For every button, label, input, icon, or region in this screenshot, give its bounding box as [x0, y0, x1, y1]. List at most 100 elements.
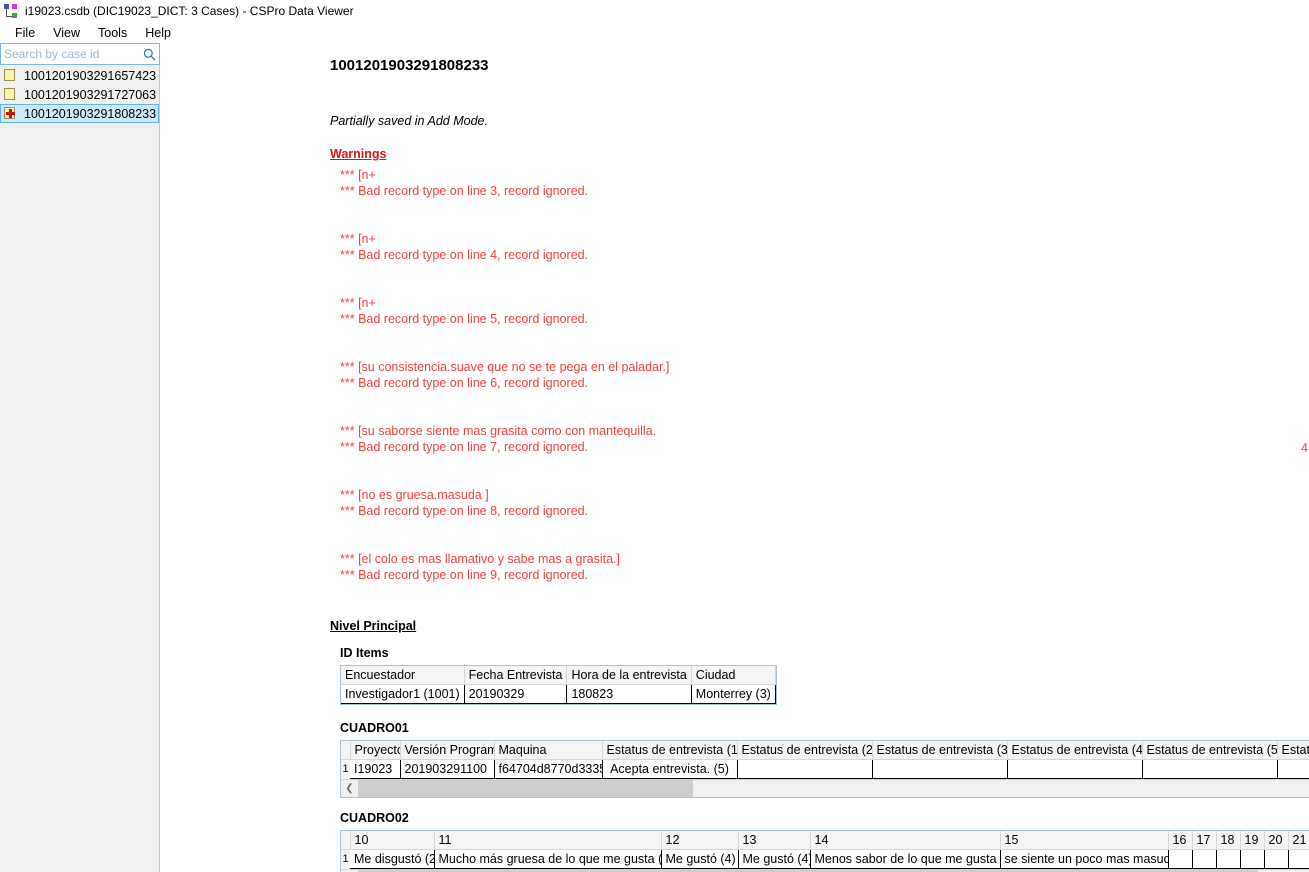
table-cell[interactable]: 180823: [566, 684, 692, 704]
cspro-app-icon: [4, 3, 20, 19]
case-note-icon: [3, 87, 17, 102]
table-header-row: Encuestador Fecha Entrevista Hora de la …: [341, 666, 776, 685]
cuadro01-horizontal-scrollbar[interactable]: ❮: [341, 779, 1309, 797]
table-cell[interactable]: Menos sabor de lo que me gusta (2): [810, 849, 1001, 869]
menu-item-help[interactable]: Help: [136, 24, 180, 42]
case-list[interactable]: 1001201903291657423 1001201903291727063 …: [0, 65, 159, 872]
column-header[interactable]: Proyecto: [350, 741, 401, 760]
column-header[interactable]: 12: [661, 831, 739, 850]
case-list-item-selected[interactable]: 1001201903291808233: [0, 104, 159, 123]
search-icon[interactable]: [139, 44, 159, 64]
column-header[interactable]: 18: [1216, 831, 1241, 850]
column-header[interactable]: Hora de la entrevista: [566, 666, 692, 685]
id-items-table: Encuestador Fecha Entrevista Hora de la …: [341, 666, 776, 704]
warning-group: *** [su saborse siente mas grasita como …: [330, 423, 1309, 455]
table-cell[interactable]: [1216, 849, 1241, 869]
column-header[interactable]: 16: [1168, 831, 1193, 850]
table-cell[interactable]: [1288, 849, 1309, 869]
column-header[interactable]: 15: [1000, 831, 1169, 850]
page-title: 1001201903291808233: [330, 57, 489, 74]
table-cell[interactable]: [1192, 849, 1217, 869]
column-header[interactable]: Estatus de entrevista (1): [602, 741, 738, 760]
warning-message: *** Bad record type on line 6, record ig…: [340, 376, 589, 390]
column-header[interactable]: 21: [1288, 831, 1309, 850]
table-cell[interactable]: [1240, 849, 1265, 869]
column-header[interactable]: Estatus de entrevista (2): [737, 741, 873, 760]
column-header[interactable]: Estatus de entrevista (5): [1142, 741, 1278, 760]
warning-message: *** Bad record type on line 7, record ig…: [340, 440, 589, 454]
table-cell[interactable]: Investigador1 (1001): [341, 684, 465, 704]
table-cell[interactable]: [1007, 759, 1143, 779]
case-list-item[interactable]: 1001201903291727063: [0, 85, 159, 104]
warning-group: *** [no es gruesa.masuda ] *** Bad recor…: [330, 487, 1309, 519]
warning-detail: *** [el colo es mas llamativo y sabe mas…: [340, 552, 620, 566]
column-header[interactable]: Encuestador: [341, 666, 465, 685]
column-header[interactable]: 20: [1264, 831, 1289, 850]
warning-group: *** [su consistencia.suave que no se te …: [330, 359, 1309, 391]
row-number: 1: [341, 849, 350, 869]
column-header[interactable]: 13: [738, 831, 811, 850]
column-header[interactable]: Versión Programa: [400, 741, 495, 760]
column-header[interactable]: 17: [1192, 831, 1217, 850]
table-cell[interactable]: Me gustó (4): [661, 849, 739, 869]
table-cell[interactable]: [1264, 849, 1289, 869]
scroll-left-arrow[interactable]: ❮: [341, 780, 358, 797]
column-header[interactable]: 19: [1240, 831, 1265, 850]
id-items-grid[interactable]: Encuestador Fecha Entrevista Hora de la …: [340, 665, 777, 705]
table-cell[interactable]: 20190329: [464, 684, 568, 704]
table-header-row: 10 11 12 13 14 15 16 17 18 19 20 21: [341, 831, 1309, 850]
table-cell[interactable]: Me disgustó (2): [350, 849, 435, 869]
scrollbar-thumb[interactable]: [358, 780, 693, 797]
column-header[interactable]: Fecha Entrevista: [464, 666, 568, 685]
table-cell[interactable]: se siente un poco mas masuda.: [1000, 849, 1169, 869]
warning-message: *** Bad record type on line 4, record ig…: [340, 248, 589, 262]
case-list-pane: 1001201903291657423 1001201903291727063 …: [0, 43, 160, 872]
column-header[interactable]: Estatus de entrevista (6): [1277, 741, 1309, 760]
column-header[interactable]: Ciudad: [691, 666, 776, 685]
warning-detail: *** [su saborse siente mas grasita como …: [340, 424, 657, 438]
table-cell[interactable]: 201903291100: [400, 759, 495, 779]
warning-detail: *** [n+: [340, 232, 376, 246]
table-cell[interactable]: Acepta entrevista. (5): [602, 759, 738, 779]
column-header[interactable]: Estatus de entrevista (3): [872, 741, 1008, 760]
table-cell[interactable]: f64704d8770d3335: [494, 759, 603, 779]
table-cell[interactable]: [1142, 759, 1278, 779]
warnings-heading: Warnings: [330, 147, 387, 161]
search-input[interactable]: [1, 46, 139, 62]
cuadro02-grid[interactable]: 10 11 12 13 14 15 16 17 18 19 20 21 1 Me…: [340, 830, 1309, 872]
warning-group: *** [n+ *** Bad record type on line 3, r…: [330, 167, 1309, 199]
column-header[interactable]: Estatus de entrevista (4): [1007, 741, 1143, 760]
table-row[interactable]: Investigador1 (1001) 20190329 180823 Mon…: [341, 684, 776, 704]
table-cell[interactable]: Monterrey (3): [691, 684, 776, 704]
column-header[interactable]: Maquina: [494, 741, 603, 760]
warning-message: *** Bad record type on line 3, record ig…: [340, 184, 589, 198]
column-header[interactable]: 10: [350, 831, 435, 850]
case-list-item[interactable]: 1001201903291657423: [0, 66, 159, 85]
table-cell[interactable]: Me gustó (4): [738, 849, 811, 869]
warning-detail: *** [n+: [340, 296, 376, 310]
table-cell[interactable]: Mucho más gruesa de lo que me gusta (5): [434, 849, 662, 869]
cuadro01-grid[interactable]: Proyecto Versión Programa Maquina Estatu…: [340, 740, 1309, 798]
menu-item-tools[interactable]: Tools: [89, 24, 136, 42]
warning-group: *** [n+ *** Bad record type on line 5, r…: [330, 295, 1309, 327]
table-cell[interactable]: [1277, 759, 1309, 779]
status-note: Partially saved in Add Mode.: [330, 114, 488, 128]
warning-detail: *** [no es gruesa.masuda ]: [340, 488, 489, 502]
warnings-block: Warnings *** [n+ *** Bad record type on …: [330, 147, 1309, 583]
table-cell[interactable]: [872, 759, 1008, 779]
case-id-label: 1001201903291808233: [24, 106, 157, 121]
table-cell[interactable]: I19023: [350, 759, 401, 779]
case-detail-pane: 1001201903291808233 Partially saved in A…: [160, 43, 1309, 872]
menu-item-view[interactable]: View: [44, 24, 89, 42]
menu-item-file[interactable]: File: [6, 24, 44, 42]
table-cell[interactable]: [1168, 849, 1193, 869]
warning-group: *** [el colo es mas llamativo y sabe mas…: [330, 551, 1309, 583]
column-header[interactable]: 14: [810, 831, 1001, 850]
column-header[interactable]: 11: [434, 831, 662, 850]
table-cell[interactable]: [737, 759, 873, 779]
warning-detail: *** [su consistencia.suave que no se te …: [340, 360, 670, 374]
warning-message: *** Bad record type on line 8, record ig…: [340, 504, 589, 518]
search-bar[interactable]: [0, 43, 160, 65]
table-row[interactable]: 1 I19023 201903291100 f64704d8770d3335 A…: [341, 759, 1309, 779]
table-row[interactable]: 1 Me disgustó (2) Mucho más gruesa de lo…: [341, 849, 1309, 869]
